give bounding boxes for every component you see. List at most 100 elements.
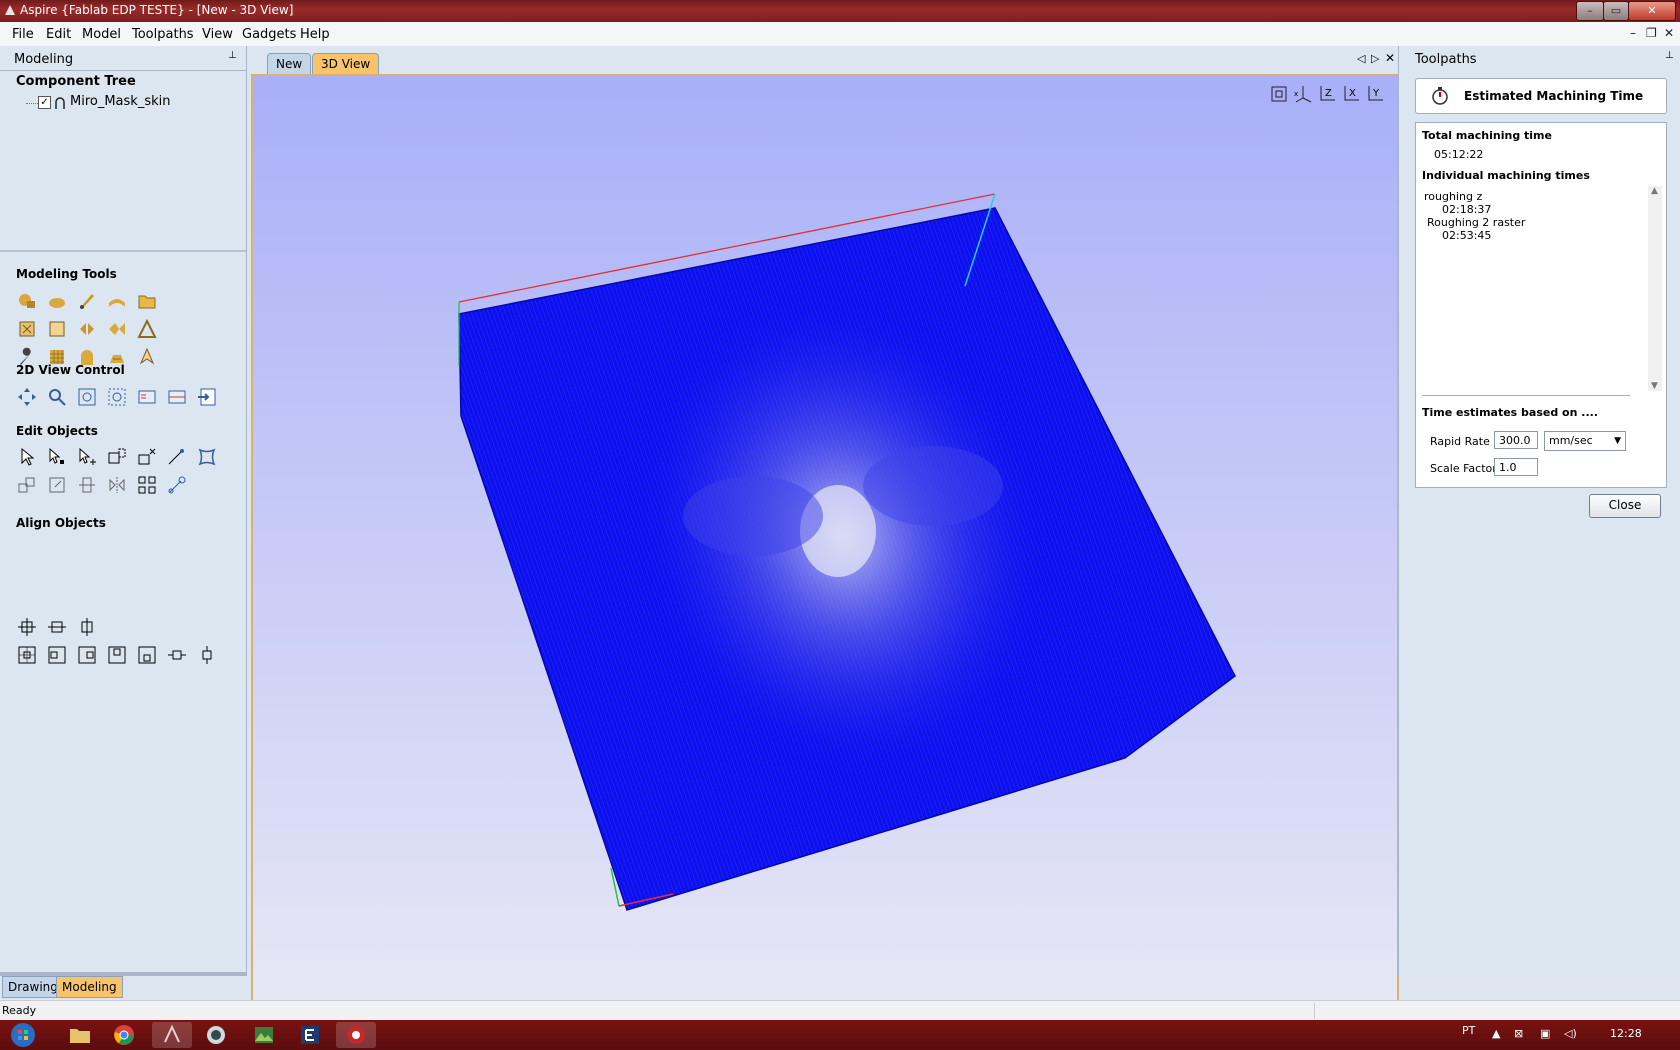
component-box-tool[interactable]: [45, 318, 69, 340]
network-icon[interactable]: ⊠: [1514, 1027, 1523, 1040]
fit-view-icon[interactable]: [1269, 84, 1291, 104]
create-shape-tool[interactable]: [15, 290, 39, 312]
transform-tool[interactable]: [75, 446, 99, 468]
align-bottom-button[interactable]: [135, 644, 159, 666]
resize-tool[interactable]: [45, 474, 69, 496]
tilt-tool[interactable]: [135, 318, 159, 340]
zoom-view-button[interactable]: [45, 386, 69, 408]
next-tab-icon[interactable]: ▷: [1371, 52, 1379, 65]
mirror-tool[interactable]: [75, 318, 99, 340]
pan-view-button[interactable]: [15, 386, 39, 408]
pin-icon[interactable]: ⊥: [1665, 50, 1674, 61]
tab-drawing[interactable]: Drawing: [2, 976, 64, 998]
taskbar-cut-app[interactable]: [336, 1022, 376, 1048]
circle-app-icon: [207, 1026, 225, 1044]
3d-viewport[interactable]: x Z X Y: [251, 74, 1399, 1002]
maximize-window-button[interactable]: ▭: [1603, 1, 1629, 21]
close-button[interactable]: Close: [1589, 494, 1661, 518]
z-view-icon[interactable]: Z: [1317, 84, 1339, 104]
iso-view-icon[interactable]: x: [1293, 84, 1315, 104]
taskbar-aspire[interactable]: [152, 1022, 192, 1048]
select-tool[interactable]: [15, 446, 39, 468]
menu-edit[interactable]: Edit: [46, 27, 71, 42]
taskbar-chrome[interactable]: [104, 1022, 144, 1048]
taskbar-e-app[interactable]: [290, 1022, 330, 1048]
mdi-restore-button[interactable]: ❐: [1646, 26, 1657, 40]
start-button[interactable]: [4, 1022, 42, 1048]
divider: [0, 250, 246, 252]
menu-view[interactable]: View: [202, 27, 233, 42]
taskbar-explorer[interactable]: [60, 1022, 100, 1048]
distribute-horizontal-button[interactable]: [165, 644, 189, 666]
import-vector-button[interactable]: [195, 386, 219, 408]
toolpaths-panel: Toolpaths ⊥ Estimated Machining Time Tot…: [1398, 46, 1680, 976]
previous-tab-icon[interactable]: ◁: [1357, 52, 1365, 65]
y-view-icon[interactable]: Y: [1365, 84, 1387, 104]
rapid-rate-unit-select[interactable]: mm/sec ▼: [1544, 431, 1626, 451]
zoom-selection-button[interactable]: [105, 386, 129, 408]
align-vertical-center-button[interactable]: [75, 616, 99, 638]
show-layers-button[interactable]: [135, 386, 159, 408]
divider: [1422, 395, 1630, 396]
interactive-transform-tool[interactable]: [105, 446, 129, 468]
mdi-minimize-button[interactable]: –: [1630, 26, 1636, 40]
trim-tool[interactable]: [135, 446, 159, 468]
tab-modeling[interactable]: Modeling: [56, 976, 123, 998]
align-center-button[interactable]: [15, 616, 39, 638]
distort-tool[interactable]: [105, 318, 129, 340]
rapid-rate-input[interactable]: [1494, 431, 1538, 449]
align-right-button[interactable]: [75, 644, 99, 666]
action-center-icon[interactable]: ▣: [1540, 1027, 1550, 1040]
two-rail-sweep-tool[interactable]: [105, 290, 129, 312]
x-view-icon[interactable]: X: [1341, 84, 1363, 104]
component-tree-item[interactable]: ✓ Miro_Mask_skin: [26, 94, 226, 112]
align-objects-title: Align Objects: [16, 516, 106, 530]
scale-factor-input[interactable]: [1494, 458, 1538, 476]
menu-model[interactable]: Model: [82, 27, 121, 42]
rotate-tool[interactable]: [75, 474, 99, 496]
scroll-up-icon[interactable]: ▲: [1651, 186, 1658, 196]
close-tab-icon[interactable]: ✕: [1385, 51, 1395, 65]
taskbar-app[interactable]: [196, 1022, 236, 1048]
mirror-objects-tool[interactable]: [105, 474, 129, 496]
3d-scene[interactable]: [253, 76, 1397, 1000]
fillet-tool[interactable]: [165, 446, 189, 468]
distribute-vertical-button[interactable]: [195, 644, 219, 666]
component-checkbox[interactable]: ✓: [38, 96, 51, 109]
bitmap-tool[interactable]: [15, 318, 39, 340]
close-window-button[interactable]: ✕: [1628, 1, 1676, 21]
shape-editor-tool[interactable]: [135, 346, 159, 368]
language-indicator[interactable]: PT: [1462, 1024, 1475, 1037]
taskbar-image-app[interactable]: [244, 1022, 284, 1048]
extrude-tool[interactable]: [45, 290, 69, 312]
scale-tool[interactable]: [195, 446, 219, 468]
sculpt-tool[interactable]: [75, 290, 99, 312]
move-tool[interactable]: [15, 474, 39, 496]
list-scrollbar[interactable]: ▲ ▼: [1648, 186, 1662, 391]
center-in-material-button[interactable]: [15, 644, 39, 666]
tab-3d-view[interactable]: 3D View: [312, 53, 380, 74]
clock[interactable]: 12:28: [1610, 1027, 1642, 1040]
view-guides-button[interactable]: [165, 386, 189, 408]
minimize-window-button[interactable]: –: [1576, 1, 1604, 21]
align-top-button[interactable]: [105, 644, 129, 666]
menu-toolpaths[interactable]: Toolpaths: [132, 27, 194, 42]
zoom-extents-button[interactable]: [75, 386, 99, 408]
show-hidden-icons[interactable]: ▲: [1492, 1027, 1500, 1040]
mdi-close-button[interactable]: ✕: [1664, 26, 1674, 40]
menu-help[interactable]: Help: [300, 27, 330, 42]
scroll-down-icon[interactable]: ▼: [1651, 381, 1658, 391]
menu-file[interactable]: File: [12, 27, 34, 42]
node-edit-tool[interactable]: [45, 446, 69, 468]
node-cursor-icon: [49, 447, 64, 464]
pin-icon[interactable]: ⊥: [228, 50, 237, 61]
volume-icon[interactable]: ◁): [1564, 1027, 1577, 1040]
sweep-icon: [109, 299, 125, 307]
align-horizontal-center-button[interactable]: [45, 616, 69, 638]
join-vectors-tool[interactable]: [165, 474, 189, 496]
menu-gadgets[interactable]: Gadgets: [242, 27, 296, 42]
tab-new[interactable]: New: [267, 53, 312, 74]
import-component-tool[interactable]: [135, 290, 159, 312]
align-left-button[interactable]: [45, 644, 69, 666]
array-copy-tool[interactable]: [135, 474, 159, 496]
